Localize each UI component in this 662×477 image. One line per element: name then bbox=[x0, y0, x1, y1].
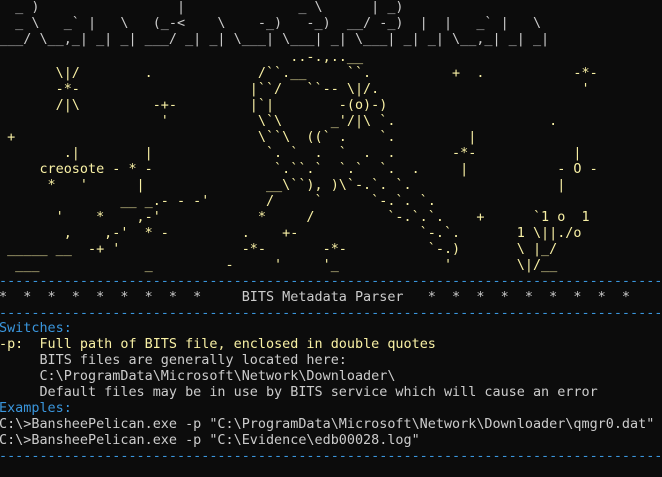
ascii-art-line: /|\ -+- |`| -(o)-) bbox=[0, 98, 388, 113]
separator-line: ----------------------------------------… bbox=[0, 274, 662, 289]
ascii-art-line: , ,-' * - . +- `-.`. 1 \||./o bbox=[0, 226, 582, 241]
ascii-art-line: \|/ . /``.__ ``. + . -*- bbox=[0, 66, 598, 81]
ascii-art-line: -*- |``/ ``-- \|/. ' bbox=[0, 82, 590, 97]
banner-line-3: ___/ \__,_| _| _| ___/ _| _| \___| \___|… bbox=[0, 32, 550, 47]
console-window[interactable]: _ ) | _ \ | _) _ \ _` | \ (_-< \ -_) -_)… bbox=[0, 0, 662, 477]
switches-heading: Switches: bbox=[0, 321, 72, 336]
title-row: * * * * * * * * * BITS Metadata Parser *… bbox=[0, 290, 631, 305]
ascii-art-line: ___ _ - ' '_ ' \|/__ bbox=[0, 258, 558, 273]
ascii-art-line: + \``\ ((` . `. | bbox=[0, 130, 477, 145]
separator-line: ----------------------------------------… bbox=[0, 306, 662, 321]
ascii-art-line: creosote - * - `.``.` `.` `. . | - O - bbox=[0, 162, 598, 177]
ascii-art-line: ..-.,..__ bbox=[0, 50, 364, 65]
banner-line-1: _ ) | _ \ | _) bbox=[0, 0, 404, 15]
switch-note: BITS files are generally located here: bbox=[0, 353, 347, 368]
ascii-art-line: .| | `. ` . ` . . -*- | bbox=[0, 146, 582, 161]
switch-description: Full path of BITS file, enclosed in doub… bbox=[23, 337, 436, 352]
ascii-art-line: __ _.- - -' / ` `-.`. `. bbox=[0, 194, 436, 209]
ascii-art-line: ' * ,-' * / `-.`.`. + `1 o 1 bbox=[0, 210, 590, 225]
ascii-art-line: _____ __ -+ ' -*- -*- `-.) \ |_/ bbox=[0, 242, 558, 257]
example-command[interactable]: C:\>BansheePelican.exe -p "C:\ProgramDat… bbox=[0, 417, 654, 433]
ascii-art-line: * ' | __\``), )\`-.`. `. | bbox=[0, 178, 566, 193]
switch-flag: -p: bbox=[0, 337, 24, 352]
separator-line: ----------------------------------------… bbox=[0, 449, 662, 464]
examples-heading: Examples: bbox=[0, 401, 72, 416]
switch-p-row: -p: Full path of BITS file, enclosed in … bbox=[0, 337, 436, 353]
switch-note: C:\ProgramData\Microsoft\Network\Downloa… bbox=[0, 369, 396, 384]
ascii-art-line: ' \`\ _'/|\ `. . bbox=[0, 114, 558, 129]
banner-line-2: _ \ _` | \ (_-< \ -_) -_) __/ -_) | | _`… bbox=[0, 16, 542, 31]
example-command[interactable]: C:\>BansheePelican.exe -p "C:\Evidence\e… bbox=[0, 433, 420, 449]
switch-note: Default files may be in use by BITS serv… bbox=[0, 385, 598, 400]
